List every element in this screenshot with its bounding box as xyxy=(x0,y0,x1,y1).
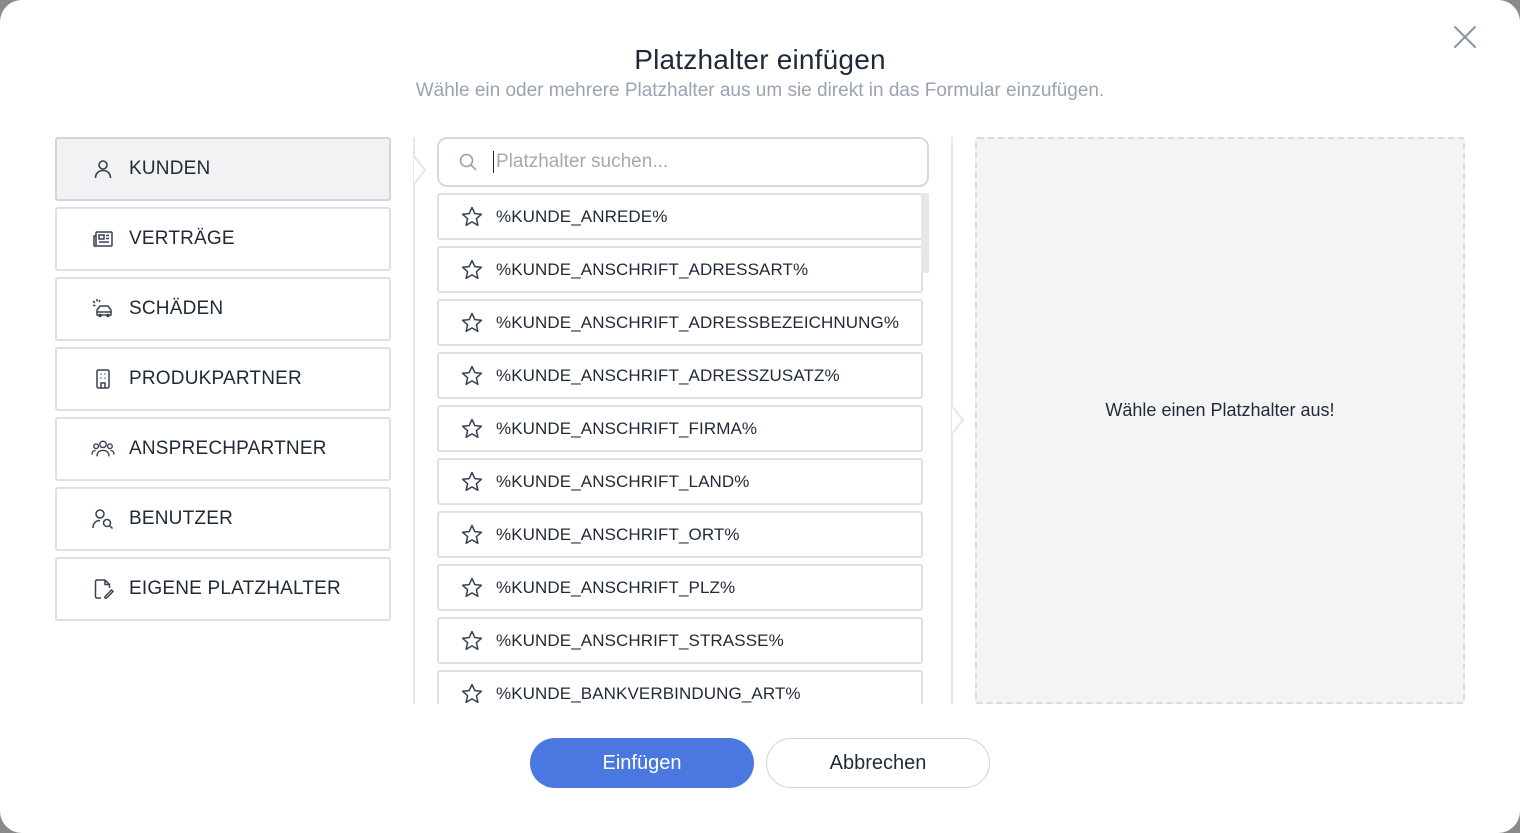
newspaper-icon xyxy=(91,227,115,251)
search-icon xyxy=(459,153,477,171)
placeholder-label: %KUNDE_BANKVERBINDUNG_ART% xyxy=(496,683,801,703)
star-icon[interactable] xyxy=(460,417,484,441)
category-eigene-platzhalter[interactable]: EIGENE PLATZHALTER xyxy=(55,557,391,621)
category-label: PRODUKPARTNER xyxy=(129,368,302,389)
star-icon[interactable] xyxy=(460,470,484,494)
category-schaeden[interactable]: SCHÄDEN xyxy=(55,277,391,341)
list-item[interactable]: %KUNDE_BANKVERBINDUNG_ART% xyxy=(437,670,923,704)
dialog-subtitle: Wähle ein oder mehrere Platzhalter aus u… xyxy=(415,80,1105,101)
divider-notch xyxy=(413,156,427,184)
category-label: EIGENE PLATZHALTER xyxy=(129,578,341,599)
star-icon[interactable] xyxy=(460,629,484,653)
placeholder-label: %KUNDE_ANSCHRIFT_ADRESSART% xyxy=(496,259,809,279)
placeholder-label: %KUNDE_ANSCHRIFT_PLZ% xyxy=(496,577,736,597)
star-icon[interactable] xyxy=(460,205,484,229)
placeholder-label: %KUNDE_ANSCHRIFT_ORT% xyxy=(496,524,740,544)
category-kunden[interactable]: KUNDEN xyxy=(55,137,391,201)
divider-notch xyxy=(951,406,965,434)
cancel-button[interactable]: Abbrechen xyxy=(766,738,990,788)
list-item[interactable]: %KUNDE_ANSCHRIFT_PLZ% xyxy=(437,564,923,611)
placeholder-label: %KUNDE_ANREDE% xyxy=(496,206,668,226)
car-damage-icon xyxy=(91,297,115,321)
category-benutzer[interactable]: BENUTZER xyxy=(55,487,391,551)
list-item[interactable]: %KUNDE_ANREDE% xyxy=(437,193,923,240)
search-input[interactable] xyxy=(493,151,893,173)
column-divider xyxy=(413,137,415,704)
insert-placeholder-dialog: Platzhalter einfügen Wähle ein oder mehr… xyxy=(0,0,1520,833)
placeholder-label: %KUNDE_ANSCHRIFT_FIRMA% xyxy=(496,418,758,438)
category-label: BENUTZER xyxy=(129,508,233,529)
list-item[interactable]: %KUNDE_ANSCHRIFT_ORT% xyxy=(437,511,923,558)
star-icon[interactable] xyxy=(460,523,484,547)
group-icon xyxy=(91,437,115,461)
list-item[interactable]: %KUNDE_ANSCHRIFT_ADRESSZUSATZ% xyxy=(437,352,923,399)
category-label: SCHÄDEN xyxy=(129,298,224,319)
star-icon[interactable] xyxy=(460,576,484,600)
list-item[interactable]: %KUNDE_ANSCHRIFT_FIRMA% xyxy=(437,405,923,452)
category-sidebar: KUNDEN VERTRÄGE SCHÄDEN PRODUKPARTNER AN… xyxy=(55,137,391,627)
star-icon[interactable] xyxy=(460,364,484,388)
user-search-icon xyxy=(91,507,115,531)
list-item[interactable]: %KUNDE_ANSCHRIFT_ADRESSART% xyxy=(437,246,923,293)
dialog-title: Platzhalter einfügen xyxy=(634,44,886,75)
category-label: VERTRÄGE xyxy=(129,228,235,249)
list-item[interactable]: %KUNDE_ANSCHRIFT_STRASSE% xyxy=(437,617,923,664)
placeholder-search xyxy=(437,137,929,187)
list-scrollbar[interactable] xyxy=(921,193,929,273)
list-item[interactable]: %KUNDE_ANSCHRIFT_ADRESSBEZEICHNUNG% xyxy=(437,299,923,346)
list-item[interactable]: %KUNDE_ANSCHRIFT_LAND% xyxy=(437,458,923,505)
placeholder-label: %KUNDE_ANSCHRIFT_ADRESSZUSATZ% xyxy=(496,365,840,385)
placeholder-label: %KUNDE_ANSCHRIFT_ADRESSBEZEICHNUNG% xyxy=(496,312,900,332)
star-icon[interactable] xyxy=(460,258,484,282)
preview-empty-text: Wähle einen Platzhalter aus! xyxy=(1105,400,1335,420)
category-label: ANSPRECHPARTNER xyxy=(129,438,327,459)
placeholder-list: %KUNDE_ANREDE% %KUNDE_ANSCHRIFT_ADRESSAR… xyxy=(437,193,931,704)
category-ansprechpartner[interactable]: ANSPRECHPARTNER xyxy=(55,417,391,481)
category-produkpartner[interactable]: PRODUKPARTNER xyxy=(55,347,391,411)
building-icon xyxy=(91,367,115,391)
person-icon xyxy=(91,157,115,181)
placeholder-label: %KUNDE_ANSCHRIFT_STRASSE% xyxy=(496,630,784,650)
insert-button[interactable]: Einfügen xyxy=(530,738,754,788)
placeholder-label: %KUNDE_ANSCHRIFT_LAND% xyxy=(496,471,750,491)
category-label: KUNDEN xyxy=(129,158,211,179)
category-vertraege[interactable]: VERTRÄGE xyxy=(55,207,391,271)
placeholder-preview: Wähle einen Platzhalter aus! xyxy=(975,137,1465,704)
star-icon[interactable] xyxy=(460,311,484,335)
star-icon[interactable] xyxy=(460,682,484,705)
file-edit-icon xyxy=(91,577,115,601)
